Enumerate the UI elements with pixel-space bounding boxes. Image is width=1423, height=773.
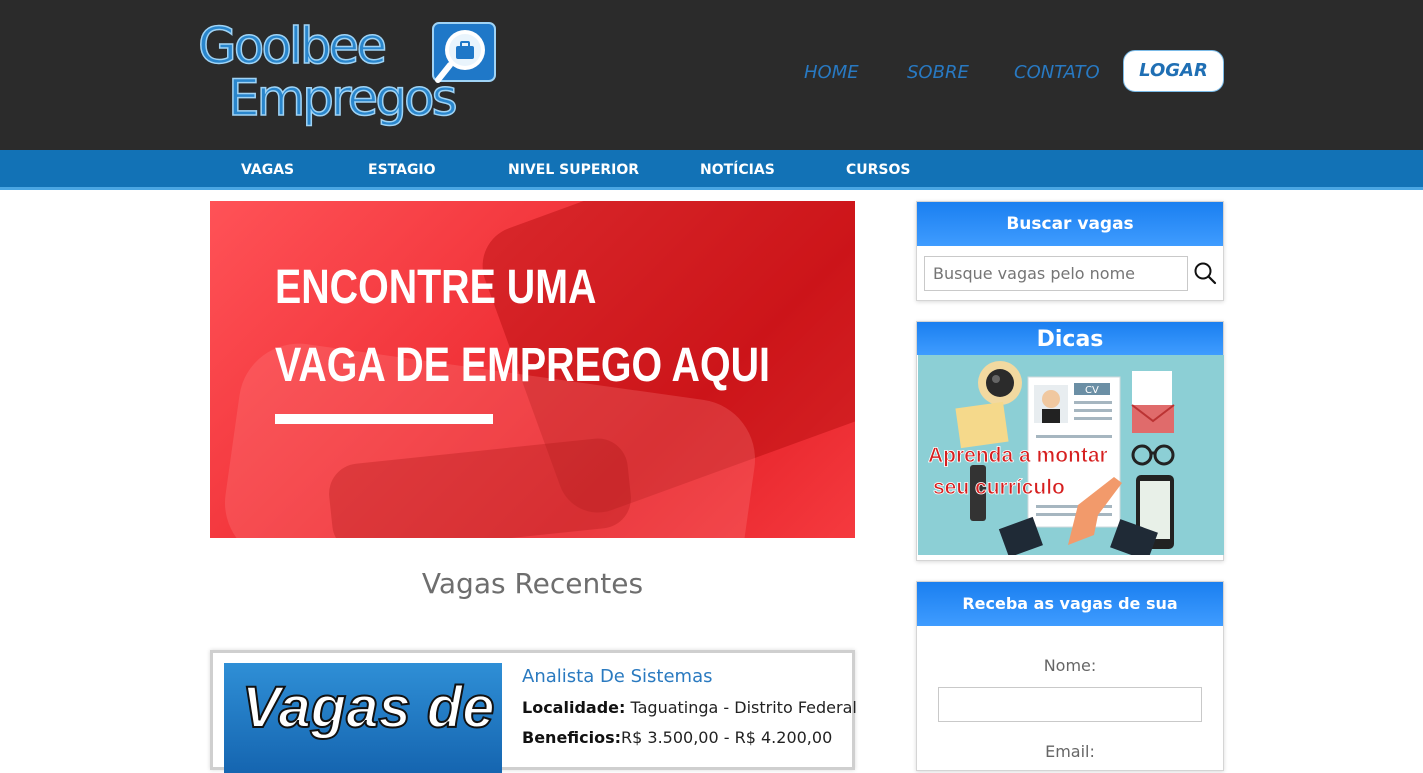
job-title-link[interactable]: Analista De Sistemas <box>522 665 712 689</box>
name-label: Nome: <box>1043 656 1097 675</box>
menu-item-nivel-superior[interactable]: NIVEL SUPERIOR <box>508 161 639 179</box>
banner-underline <box>275 414 493 424</box>
category-menu: VAGAS ESTAGIO NIVEL SUPERIOR NOTÍCIAS CU… <box>0 150 1423 190</box>
nav-sobre-link[interactable]: SOBRE <box>907 60 969 86</box>
job-thumbnail-text: Vagas de <box>241 675 496 740</box>
cv-label: CV <box>1085 385 1099 396</box>
search-input[interactable] <box>924 256 1188 291</box>
subscribe-widget: Receba as vagas de sua preferência Nome:… <box>916 581 1224 771</box>
tips-widget-title: Dicas <box>917 322 1223 355</box>
login-button[interactable]: LOGAR <box>1123 50 1224 92</box>
job-location: Localidade: Taguatinga - Distrito Federa… <box>522 697 857 719</box>
menu-item-cursos[interactable]: CURSOS <box>846 161 911 179</box>
menu-item-vagas[interactable]: VAGAS <box>241 161 294 179</box>
nav-contato-link[interactable]: CONTATO <box>1014 60 1100 86</box>
subscribe-widget-title: Receba as vagas de sua preferência <box>917 582 1223 657</box>
resume-illustration: CV Aprenda a montar seu currículo <box>928 361 1175 555</box>
job-card[interactable]: Vagas de Analista De Sistemas Localidade… <box>210 650 857 773</box>
job-location-label: Localidade: <box>522 698 626 717</box>
menu-item-estagio[interactable]: ESTAGIO <box>368 161 436 179</box>
banner-headline-line2: VAGA DE EMPREGO AQUI <box>275 339 770 392</box>
resume-tips-image[interactable]: CV Aprenda a montar seu currículo <box>918 355 1224 555</box>
name-input[interactable] <box>938 687 1202 722</box>
search-icon[interactable] <box>1193 261 1217 285</box>
tips-image-line1: Aprenda a montar <box>928 444 1108 467</box>
search-widget-title: Buscar vagas <box>917 202 1223 246</box>
job-benefits-label: Beneficios: <box>522 728 622 747</box>
job-benefits: Beneficios:R$ 3.500,00 - R$ 4.200,00 <box>522 727 832 749</box>
tips-widget: Dicas CV Aprenda a montar seu currículo <box>916 321 1224 561</box>
banner-headline-line1: ENCONTRE UMA <box>275 261 597 314</box>
menu-item-noticias[interactable]: NOTÍCIAS <box>700 161 775 179</box>
hero-banner[interactable]: ENCONTRE UMA VAGA DE EMPREGO AQUI <box>210 201 855 538</box>
tips-image-line2: seu currículo <box>933 476 1065 499</box>
job-thumbnail[interactable]: Vagas de <box>224 663 502 773</box>
site-header: Goolbee Empregos HOME SOBRE CONTATO LOGA… <box>0 0 1423 150</box>
recent-jobs-heading: Vagas Recentes <box>421 567 644 600</box>
search-widget: Buscar vagas <box>916 201 1224 301</box>
nav-home-link[interactable]: HOME <box>804 60 859 86</box>
job-location-value: Taguatinga - Distrito Federal <box>625 698 857 717</box>
email-label: Email: <box>1045 742 1095 761</box>
job-benefits-value: R$ 3.500,00 - R$ 4.200,00 <box>621 728 833 747</box>
